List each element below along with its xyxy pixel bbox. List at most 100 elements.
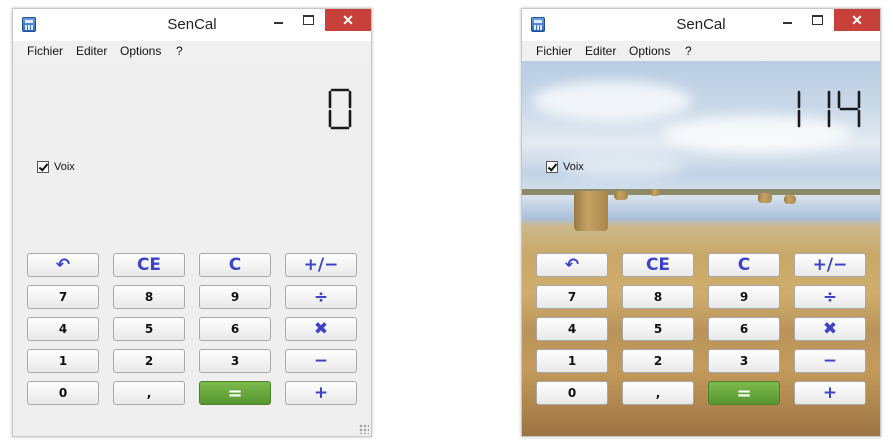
digit-4-label: 4 [567, 322, 577, 336]
cloud [532, 81, 692, 121]
digit-9-button[interactable]: 9 [708, 285, 780, 309]
plus-button[interactable]: + [285, 381, 357, 405]
digit-2-label: 2 [653, 354, 663, 368]
ce-button[interactable]: CE [113, 253, 185, 277]
menu-help[interactable]: ? [176, 44, 183, 58]
digit-1-button[interactable]: 1 [27, 349, 99, 373]
equals-button[interactable]: = [708, 381, 780, 405]
resize-grip[interactable] [359, 424, 369, 434]
minimize-icon [782, 22, 792, 24]
calculator-window-photo: SenCal ✕ Fichier Editer Options ? 114 Vo… [521, 8, 881, 437]
digit-1-label: 1 [567, 354, 577, 368]
voice-label: Voix [54, 161, 75, 173]
minus-label: − [313, 351, 329, 371]
digit-4-label: 4 [58, 322, 68, 336]
menu-fichier[interactable]: Fichier [536, 44, 572, 58]
clear-label: C [737, 255, 751, 275]
digit-8-button[interactable]: 8 [113, 285, 185, 309]
voice-checkbox[interactable]: Voix [37, 161, 75, 173]
plus-minus-button[interactable]: +∕− [285, 253, 357, 277]
digit-5-label: 5 [144, 322, 154, 336]
menu-options[interactable]: Options [120, 44, 161, 58]
digit-6-button[interactable]: 6 [199, 317, 271, 341]
minus-button[interactable]: − [794, 349, 866, 373]
maximize-icon [302, 15, 314, 25]
backspace-button[interactable]: ↶ [536, 253, 608, 277]
digit-4-button[interactable]: 4 [27, 317, 99, 341]
digit-0-label: 0 [567, 386, 577, 400]
voice-checkbox[interactable]: Voix [546, 161, 584, 173]
menu-fichier[interactable]: Fichier [27, 44, 63, 58]
digit-6-label: 6 [739, 322, 749, 336]
clear-label: C [228, 255, 242, 275]
checkbox-check-icon[interactable] [37, 161, 49, 173]
equals-label: = [736, 382, 752, 404]
minimize-button[interactable] [264, 9, 292, 31]
digit-7-button[interactable]: 7 [27, 285, 99, 309]
backspace-button[interactable]: ↶ [27, 253, 99, 277]
multiply-button[interactable]: ✖ [794, 317, 866, 341]
digit-0-button[interactable]: 0 [27, 381, 99, 405]
menu-editer[interactable]: Editer [76, 44, 107, 58]
ce-label: CE [136, 255, 162, 275]
title-bar[interactable]: SenCal ✕ [13, 9, 371, 41]
voice-label: Voix [563, 161, 584, 173]
divide-button[interactable]: ÷ [794, 285, 866, 309]
digit-3-button[interactable]: 3 [199, 349, 271, 373]
close-button[interactable]: ✕ [834, 9, 880, 31]
clear-button[interactable]: C [199, 253, 271, 277]
plus-label: + [313, 383, 329, 403]
undo-arrow-icon: ↶ [55, 255, 71, 275]
ce-label: CE [645, 255, 671, 275]
plus-minus-label: +∕− [812, 255, 848, 275]
plus-minus-button[interactable]: +∕− [794, 253, 866, 277]
menu-bar: Fichier Editer Options ? [13, 41, 371, 62]
digit-2-button[interactable]: 2 [113, 349, 185, 373]
digit-4-button[interactable]: 4 [536, 317, 608, 341]
ce-button[interactable]: CE [622, 253, 694, 277]
multiply-button[interactable]: ✖ [285, 317, 357, 341]
equals-label: = [227, 382, 243, 404]
calculator-window-plain: SenCal ✕ Fichier Editer Options ? 0 Voix… [12, 8, 372, 437]
clear-button[interactable]: C [708, 253, 780, 277]
digit-7-button[interactable]: 7 [536, 285, 608, 309]
decimal-label: , [146, 386, 152, 400]
minimize-icon [273, 22, 283, 24]
decimal-label: , [655, 386, 661, 400]
digit-1-button[interactable]: 1 [536, 349, 608, 373]
menu-help[interactable]: ? [685, 44, 692, 58]
display-value: 114 [776, 131, 777, 132]
calculator-body: 114 Voix ↶ CE C +∕− 7 8 9 ÷ 4 5 6 ✖ 1 2 3 − 0, = + [522, 61, 880, 436]
hay-bale [784, 195, 796, 204]
decimal-button[interactable]: , [622, 381, 694, 405]
close-button[interactable]: ✕ [325, 9, 371, 31]
digit-5-button[interactable]: 5 [113, 317, 185, 341]
digit-9-button[interactable]: 9 [199, 285, 271, 309]
maximize-button[interactable] [803, 9, 831, 31]
result-display: 0 [327, 87, 357, 135]
plus-button[interactable]: + [794, 381, 866, 405]
maximize-button[interactable] [294, 9, 322, 31]
decimal-button[interactable]: , [113, 381, 185, 405]
title-bar[interactable]: SenCal ✕ [522, 9, 880, 41]
menu-bar: Fichier Editer Options ? [522, 41, 880, 62]
digit-7-label: 7 [567, 290, 577, 304]
digit-5-button[interactable]: 5 [622, 317, 694, 341]
digit-5-label: 5 [653, 322, 663, 336]
digit-0-button[interactable]: 0 [536, 381, 608, 405]
digit-0-label: 0 [58, 386, 68, 400]
digit-1-label: 1 [58, 354, 68, 368]
menu-editer[interactable]: Editer [585, 44, 616, 58]
plus-label: + [822, 383, 838, 403]
digit-8-button[interactable]: 8 [622, 285, 694, 309]
divide-button[interactable]: ÷ [285, 285, 357, 309]
minus-button[interactable]: − [285, 349, 357, 373]
hay-bale [650, 189, 660, 196]
digit-2-button[interactable]: 2 [622, 349, 694, 373]
digit-3-button[interactable]: 3 [708, 349, 780, 373]
digit-6-button[interactable]: 6 [708, 317, 780, 341]
minimize-button[interactable] [773, 9, 801, 31]
equals-button[interactable]: = [199, 381, 271, 405]
checkbox-check-icon[interactable] [546, 161, 558, 173]
menu-options[interactable]: Options [629, 44, 670, 58]
